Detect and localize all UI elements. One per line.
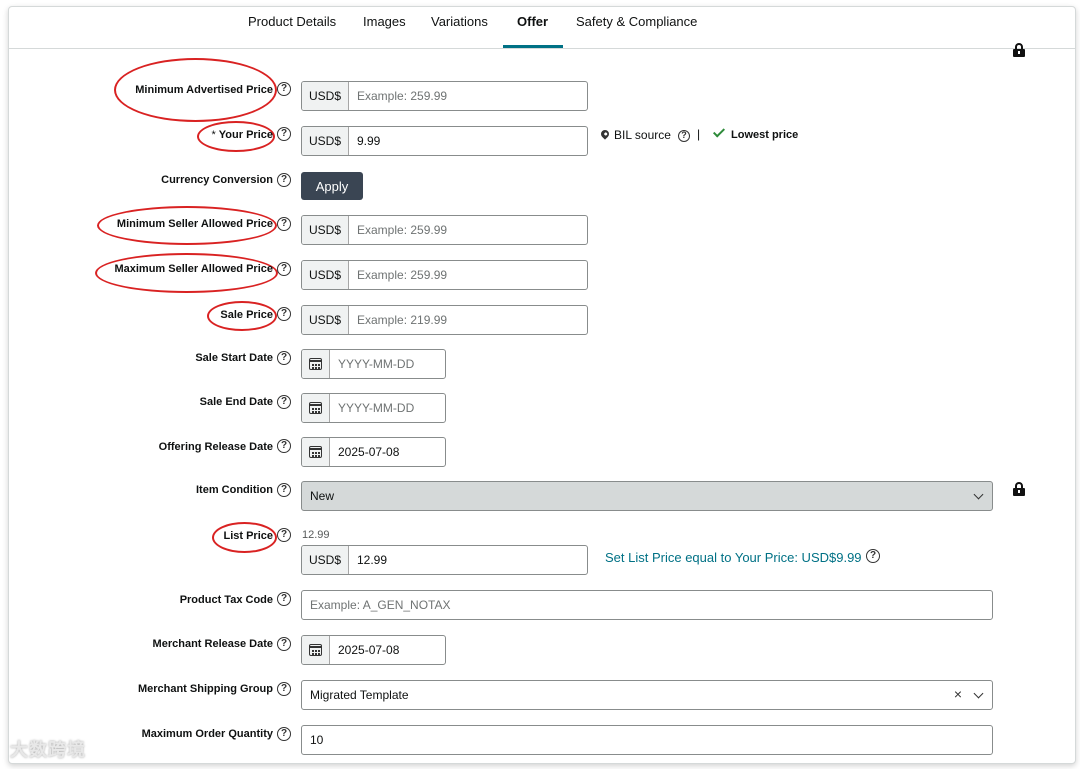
chevron-down-icon xyxy=(973,688,984,699)
max-seller-price-input[interactable] xyxy=(349,261,587,289)
tab-images[interactable]: Images xyxy=(363,14,406,29)
tab-product-details[interactable]: Product Details xyxy=(248,14,336,29)
min-seller-price-input[interactable] xyxy=(349,216,587,244)
max-order-quantity-input-group xyxy=(301,725,993,755)
help-icon[interactable]: ? xyxy=(277,262,291,276)
sale-end-date-input[interactable] xyxy=(330,394,445,422)
min-seller-price-input-group: USD$ xyxy=(301,215,588,245)
lock-icon xyxy=(1013,482,1025,496)
help-icon[interactable]: ? xyxy=(277,682,291,696)
calendar-icon xyxy=(308,358,322,370)
field-label-min-seller-price: Minimum Seller Allowed Price xyxy=(116,218,273,230)
field-label-currency-conversion: Currency Conversion xyxy=(161,174,273,186)
list-price-input-group: USD$ xyxy=(301,545,588,575)
list-price-input[interactable] xyxy=(349,546,587,574)
offering-release-date-input-group xyxy=(301,437,446,467)
help-icon[interactable]: ? xyxy=(277,528,291,542)
lowest-price-badge: Lowest price xyxy=(731,129,799,141)
field-label-sale-start-date: Sale Start Date xyxy=(195,352,273,364)
sale-start-date-input-group xyxy=(301,349,446,379)
currency-prefix: USD$ xyxy=(302,82,349,110)
calendar-icon xyxy=(308,644,322,656)
calendar-button[interactable] xyxy=(302,394,330,422)
field-label-merchant-release-date: Merchant Release Date xyxy=(152,638,273,650)
lock-icon xyxy=(1013,43,1025,57)
active-tab-indicator xyxy=(503,45,563,48)
currency-prefix: USD$ xyxy=(302,127,349,155)
list-price-hint: 12.99 xyxy=(302,529,330,541)
help-icon[interactable]: ? xyxy=(866,549,880,563)
bil-source-text: BIL source xyxy=(614,128,671,142)
offering-release-date-input[interactable] xyxy=(330,438,445,466)
tab-bar: Product Details Images Variations Offer … xyxy=(9,7,1075,49)
max-order-quantity-input[interactable] xyxy=(302,726,992,754)
help-icon[interactable]: ? xyxy=(277,727,291,741)
product-tax-code-input-group xyxy=(301,590,993,620)
field-label-max-order-quantity: Maximum Order Quantity xyxy=(141,728,273,740)
item-condition-value: New xyxy=(310,489,335,503)
currency-prefix: USD$ xyxy=(302,216,349,244)
offer-form-panel: Product Details Images Variations Offer … xyxy=(8,6,1076,764)
help-icon[interactable]: ? xyxy=(277,82,291,96)
item-condition-select[interactable]: New xyxy=(301,481,993,511)
sale-price-input[interactable] xyxy=(349,306,587,334)
help-icon[interactable]: ? xyxy=(277,439,291,453)
field-label-sale-price: Sale Price xyxy=(220,309,273,321)
clear-icon[interactable]: × xyxy=(954,686,962,702)
help-icon[interactable]: ? xyxy=(277,307,291,321)
help-icon[interactable]: ? xyxy=(277,173,291,187)
field-label-merchant-shipping-group: Merchant Shipping Group xyxy=(137,683,273,695)
max-seller-price-input-group: USD$ xyxy=(301,260,588,290)
field-label-offering-release-date: Offering Release Date xyxy=(158,441,273,453)
merchant-release-date-input[interactable] xyxy=(330,636,445,664)
field-label-map: Minimum Advertised Price xyxy=(135,84,273,96)
help-icon[interactable]: ? xyxy=(678,130,690,142)
sale-end-date-input-group xyxy=(301,393,446,423)
chevron-down-icon xyxy=(973,489,984,500)
help-icon[interactable]: ? xyxy=(277,217,291,231)
map-input-group: USD$ xyxy=(301,81,588,111)
location-pin-icon xyxy=(599,128,611,140)
your-price-input-group: USD$ xyxy=(301,126,588,156)
map-input[interactable] xyxy=(349,82,587,110)
help-icon[interactable]: ? xyxy=(277,127,291,141)
shipping-group-select[interactable]: Migrated Template × xyxy=(301,680,993,710)
sale-price-input-group: USD$ xyxy=(301,305,588,335)
tab-variations[interactable]: Variations xyxy=(431,14,488,29)
field-label-sale-end-date: Sale End Date xyxy=(199,396,273,408)
field-label-max-seller-price: Maximum Seller Allowed Price xyxy=(114,263,273,275)
help-icon[interactable]: ? xyxy=(277,351,291,365)
shipping-group-value: Migrated Template xyxy=(310,688,409,702)
field-label-product-tax-code: Product Tax Code xyxy=(179,594,273,606)
help-icon[interactable]: ? xyxy=(277,637,291,651)
field-label-item-condition: Item Condition xyxy=(196,484,273,496)
sale-start-date-input[interactable] xyxy=(330,350,445,378)
tab-offer[interactable]: Offer xyxy=(517,14,548,29)
field-label-text: Your Price xyxy=(218,129,273,141)
tab-safety-compliance[interactable]: Safety & Compliance xyxy=(576,14,697,29)
separator: | xyxy=(697,127,701,141)
calendar-button[interactable] xyxy=(302,350,330,378)
help-icon[interactable]: ? xyxy=(277,483,291,497)
apply-button[interactable]: Apply xyxy=(301,172,363,200)
field-label-your-price: * Your Price xyxy=(212,129,274,141)
calendar-icon xyxy=(308,446,322,458)
merchant-release-date-input-group xyxy=(301,635,446,665)
help-icon[interactable]: ? xyxy=(277,592,291,606)
field-label-list-price: List Price xyxy=(223,530,273,542)
your-price-input[interactable] xyxy=(349,127,587,155)
product-tax-code-input[interactable] xyxy=(302,591,992,619)
set-list-price-link[interactable]: Set List Price equal to Your Price: USD$… xyxy=(605,550,862,565)
checkmark-icon xyxy=(712,125,726,138)
calendar-icon xyxy=(308,402,322,414)
calendar-button[interactable] xyxy=(302,636,330,664)
required-asterisk: * xyxy=(211,129,216,141)
currency-prefix: USD$ xyxy=(302,546,349,574)
currency-prefix: USD$ xyxy=(302,306,349,334)
calendar-button[interactable] xyxy=(302,438,330,466)
watermark: 大数跨境 xyxy=(10,740,86,760)
help-icon[interactable]: ? xyxy=(277,395,291,409)
currency-prefix: USD$ xyxy=(302,261,349,289)
